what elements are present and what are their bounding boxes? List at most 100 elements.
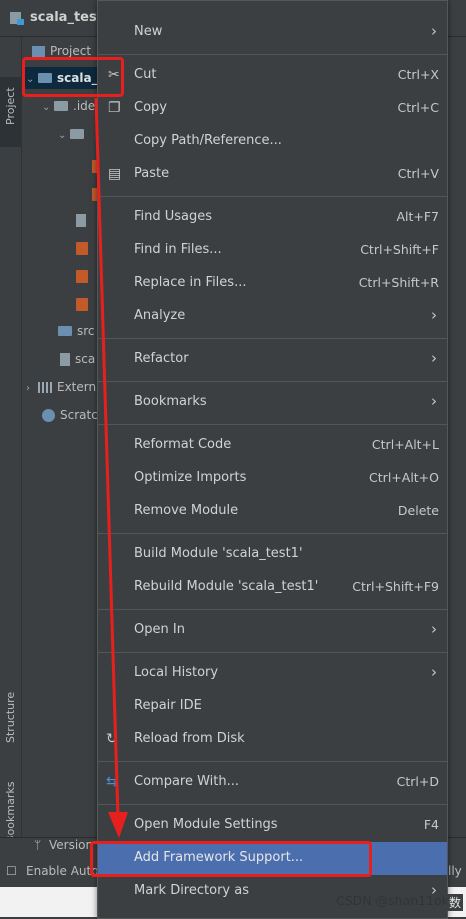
menu-item-shortcut: Ctrl+Shift+F9 bbox=[352, 579, 439, 594]
menu-item-build-module[interactable]: Build Module 'scala_test1' bbox=[98, 538, 447, 571]
menu-item-replace-in-files[interactable]: Replace in Files... Ctrl+Shift+R bbox=[98, 267, 447, 300]
menu-item-label: New bbox=[134, 24, 163, 39]
tree-item-src[interactable]: src bbox=[58, 320, 95, 342]
menu-divider bbox=[98, 804, 447, 805]
menu-item-shortcut: Ctrl+Shift+F bbox=[360, 242, 439, 257]
chevron-right-icon[interactable]: › bbox=[26, 378, 38, 400]
menu-item-copy-path[interactable]: Copy Path/Reference... bbox=[98, 125, 447, 158]
scratches-icon bbox=[42, 409, 55, 422]
menu-item-bookmarks[interactable]: Bookmarks › bbox=[98, 386, 447, 419]
tree-item-external-label: Extern bbox=[57, 380, 97, 394]
tree-item-root[interactable]: ⌄ scala_t bbox=[22, 67, 103, 91]
menu-item-label: Copy bbox=[134, 100, 167, 115]
menu-item-label: Local History bbox=[134, 665, 219, 680]
menu-item-analyze[interactable]: Analyze › bbox=[98, 300, 447, 333]
notification-icon: ☐ bbox=[6, 864, 17, 878]
menu-item-cut[interactable]: ✂ Cut Ctrl+X bbox=[98, 59, 447, 92]
tree-item-xml[interactable] bbox=[76, 265, 93, 287]
menu-item-local-history[interactable]: Local History › bbox=[98, 657, 447, 690]
git-branch-icon: ᛘ bbox=[34, 838, 42, 852]
chevron-right-icon: › bbox=[431, 349, 437, 367]
tree-item-file[interactable] bbox=[76, 209, 91, 231]
menu-item-refactor[interactable]: Refactor › bbox=[98, 343, 447, 376]
menu-item-find-usages[interactable]: Find Usages Alt+F7 bbox=[98, 201, 447, 234]
tree-item-scala-file[interactable]: sca bbox=[60, 348, 95, 370]
menu-item-label: Reformat Code bbox=[134, 437, 232, 452]
menu-item-new[interactable]: New › bbox=[98, 16, 447, 49]
tree-item-src-label: src bbox=[77, 324, 95, 338]
menu-item-label: Analyze bbox=[134, 308, 186, 323]
folder-icon bbox=[54, 100, 68, 111]
menu-divider bbox=[98, 381, 447, 382]
menu-divider bbox=[98, 533, 447, 534]
menu-item-shortcut: Ctrl+Alt+O bbox=[369, 470, 439, 485]
context-menu: New › ✂ Cut Ctrl+X ❐ Copy Ctrl+C Copy Pa… bbox=[97, 0, 448, 919]
menu-divider bbox=[98, 338, 447, 339]
tree-item-idea[interactable]: ⌄ .ide bbox=[42, 95, 95, 117]
chevron-right-icon: › bbox=[431, 22, 437, 40]
menu-item-rebuild-module[interactable]: Rebuild Module 'scala_test1' Ctrl+Shift+… bbox=[98, 571, 447, 604]
menu-item-optimize-imports[interactable]: Optimize Imports Ctrl+Alt+O bbox=[98, 462, 447, 495]
tree-header[interactable]: Project bbox=[32, 40, 91, 62]
menu-item-label: Copy Path/Reference... bbox=[134, 133, 282, 148]
menu-item-paste[interactable]: ▤ Paste Ctrl+V bbox=[98, 158, 447, 191]
xml-file-icon bbox=[76, 298, 88, 311]
tree-item-idea-label: .ide bbox=[73, 99, 96, 113]
menu-item-label: Open Module Settings bbox=[134, 817, 278, 832]
menu-item-shortcut: Ctrl+Alt+L bbox=[371, 437, 439, 452]
menu-item-find-in-files[interactable]: Find in Files... Ctrl+Shift+F bbox=[98, 234, 447, 267]
tab-project[interactable]: Project bbox=[0, 77, 21, 147]
enable-auto-link[interactable]: Enable Auto bbox=[26, 864, 99, 878]
menu-item-label: Paste bbox=[134, 166, 170, 181]
tree-item-subfolder[interactable]: ⌄ bbox=[58, 123, 89, 145]
chevron-right-icon: › bbox=[431, 392, 437, 410]
source-folder-icon bbox=[58, 325, 72, 336]
tree-item-xml[interactable] bbox=[76, 293, 93, 315]
menu-item-label: Reload from Disk bbox=[134, 731, 245, 746]
menu-item-remove-module[interactable]: Remove Module Delete bbox=[98, 495, 447, 528]
library-icon bbox=[38, 382, 52, 393]
menu-item-label: Compare With... bbox=[134, 774, 240, 789]
menu-item-copy[interactable]: ❐ Copy Ctrl+C bbox=[98, 92, 447, 125]
tab-structure[interactable]: Structure bbox=[0, 687, 21, 757]
tab-bookmarks-label: Bookmarks bbox=[4, 781, 17, 843]
menu-item-add-framework-support[interactable]: Add Framework Support... bbox=[98, 842, 447, 875]
tree-item-scratches[interactable]: Scratcl bbox=[42, 404, 101, 426]
scissors-icon: ✂ bbox=[108, 67, 120, 83]
clipboard-icon: ▤ bbox=[108, 166, 122, 182]
menu-item-label: Cut bbox=[134, 67, 157, 82]
tab-structure-label: Structure bbox=[4, 691, 17, 743]
tree-header-label: Project bbox=[50, 44, 92, 58]
menu-item-compare-with[interactable]: ⇆ Compare With... Ctrl+D bbox=[98, 766, 447, 799]
menu-item-reload-from-disk[interactable]: ↻ Reload from Disk bbox=[98, 723, 447, 756]
menu-item-label: Add Framework Support... bbox=[134, 850, 304, 865]
tree-item-external-libraries[interactable]: › Extern bbox=[26, 376, 96, 398]
xml-file-icon bbox=[76, 270, 88, 283]
menu-item-repair-ide[interactable]: Repair IDE bbox=[98, 690, 447, 723]
menu-item-label: Refactor bbox=[134, 351, 189, 366]
chevron-down-icon[interactable]: ⌄ bbox=[58, 125, 70, 147]
folder-icon bbox=[70, 128, 84, 139]
chevron-right-icon: › bbox=[431, 620, 437, 638]
compare-icon: ⇆ bbox=[106, 774, 118, 790]
tree-item-xml[interactable] bbox=[76, 237, 93, 259]
menu-item-reformat-code[interactable]: Reformat Code Ctrl+Alt+L bbox=[98, 429, 447, 462]
chevron-down-icon[interactable]: ⌄ bbox=[42, 97, 54, 119]
menu-item-label: Open In bbox=[134, 622, 185, 637]
menu-item-shortcut: Alt+F7 bbox=[396, 209, 439, 224]
menu-divider bbox=[98, 196, 447, 197]
menu-item-label: Mark Directory as bbox=[134, 883, 249, 898]
tab-project-label: Project bbox=[4, 87, 17, 125]
menu-item-open-in[interactable]: Open In › bbox=[98, 614, 447, 647]
menu-item-label: Bookmarks bbox=[134, 394, 207, 409]
chevron-down-icon[interactable]: ⌄ bbox=[26, 69, 38, 91]
menu-item-shortcut: Ctrl+V bbox=[397, 166, 439, 181]
menu-item-open-module-settings[interactable]: Open Module Settings F4 bbox=[98, 809, 447, 842]
notification-fragment: lly bbox=[448, 864, 462, 878]
watermark: CSDN @shan11ok bbox=[336, 893, 449, 908]
menu-item-label: Build Module 'scala_test1' bbox=[134, 546, 303, 561]
xml-file-icon bbox=[76, 242, 88, 255]
menu-item-label: Find in Files... bbox=[134, 242, 222, 257]
watermark-fragment: 数 bbox=[447, 894, 464, 911]
tree-item-scratches-label: Scratcl bbox=[60, 408, 102, 422]
